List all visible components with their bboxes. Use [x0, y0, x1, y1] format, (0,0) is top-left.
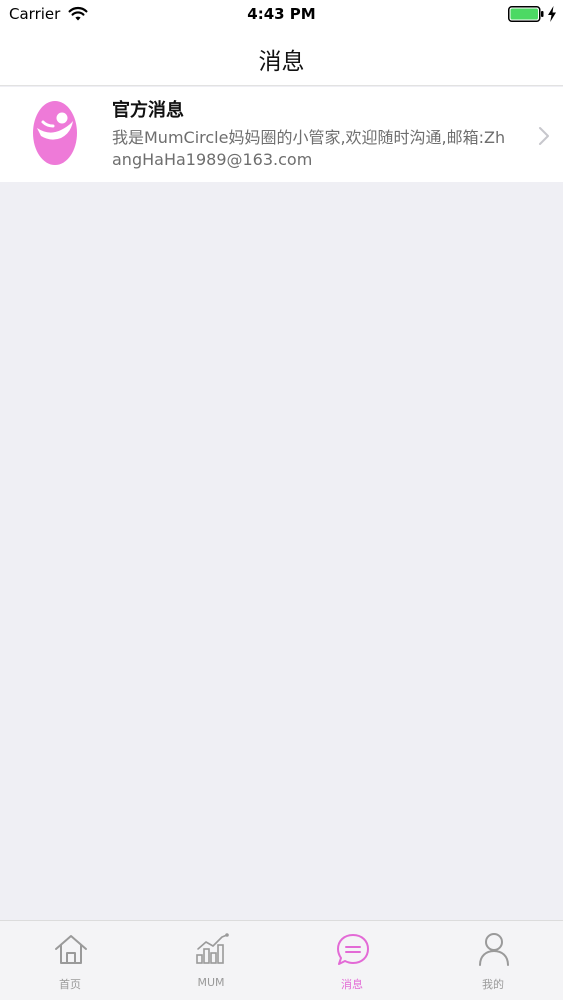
battery-icon	[508, 6, 544, 22]
message-title: 官方消息	[112, 100, 184, 121]
tab-mum[interactable]: MUM	[141, 921, 281, 1000]
status-time: 4:43 PM	[247, 5, 316, 23]
tab-label: 消息	[341, 978, 363, 991]
chart-icon	[196, 933, 229, 964]
message-preview: 我是MumCircle妈妈圈的小管家,欢迎随时沟通,邮箱:ZhangHaHa19…	[112, 128, 506, 169]
tab-bar: 首页 MUM 消息 我的	[0, 920, 563, 1000]
navigation-bar: 消息	[0, 30, 563, 86]
tab-label: 我的	[482, 978, 504, 991]
chat-bubble-icon	[337, 934, 369, 965]
mom-baby-logo-icon	[33, 101, 77, 165]
tab-label: 首页	[59, 978, 81, 991]
tab-messages[interactable]: 消息	[282, 921, 422, 1000]
screen: Carrier 4:43 PM 消息 官方消息 我是MumCircle妈妈圈的小…	[0, 0, 563, 1000]
tab-label: MUM	[197, 976, 225, 989]
chevron-right-icon	[539, 127, 549, 145]
person-icon	[479, 933, 509, 966]
status-bar: Carrier 4:43 PM	[0, 0, 563, 30]
home-icon	[55, 935, 87, 964]
message-list-item[interactable]: 官方消息 我是MumCircle妈妈圈的小管家,欢迎随时沟通,邮箱:ZhangH…	[0, 87, 563, 182]
page-title: 消息	[258, 49, 305, 75]
charging-bolt-icon	[548, 6, 556, 22]
tab-home[interactable]: 首页	[0, 921, 140, 1000]
tab-mine[interactable]: 我的	[423, 921, 563, 1000]
